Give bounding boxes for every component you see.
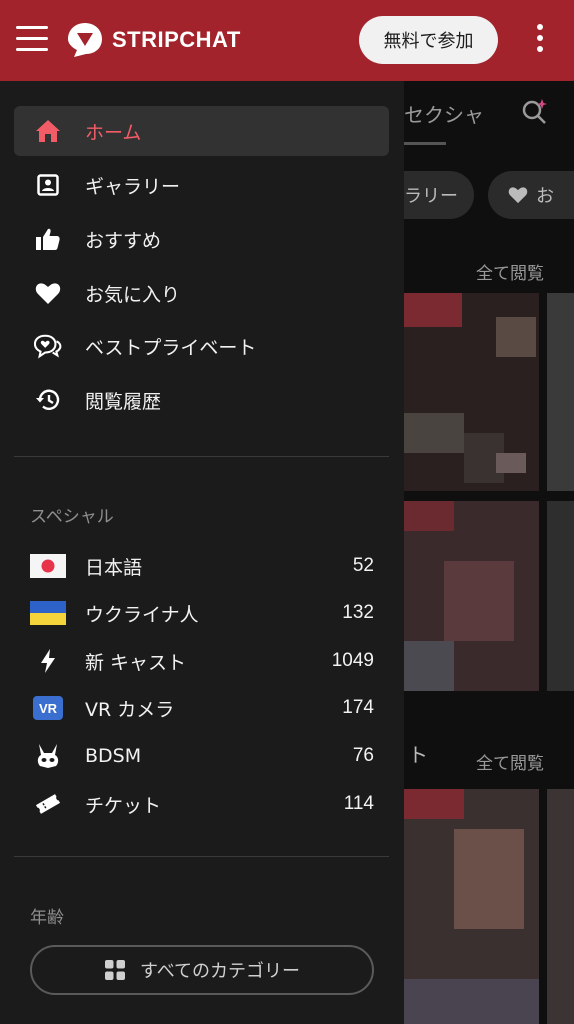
section-label-special: スペシャル — [30, 507, 114, 527]
bg-section-title: ト — [408, 743, 428, 767]
view-all-link[interactable]: 全て閲覧 — [476, 259, 544, 284]
ukraine-flag-icon — [30, 600, 66, 626]
category-count: 132 — [342, 602, 374, 623]
category-count: 174 — [342, 697, 374, 718]
category-ticket[interactable]: チケット 114 — [14, 781, 389, 827]
nav-label: お気に入り — [85, 283, 181, 306]
category-label: ウクライナ人 — [85, 603, 199, 626]
category-label: VR カメラ — [85, 698, 175, 721]
bg-chip-label: お — [536, 186, 554, 207]
all-categories-button[interactable]: すべてのカテゴリー — [30, 945, 374, 995]
bg-tab-label[interactable]: セクシャ — [404, 99, 484, 128]
heart-icon — [508, 187, 528, 204]
nav-label: ホーム — [85, 121, 142, 144]
grid-icon — [104, 960, 125, 980]
nav-label: 閲覧履歴 — [85, 390, 162, 413]
category-count: 76 — [352, 745, 374, 766]
category-label: BDSM — [85, 745, 142, 767]
category-count: 52 — [352, 555, 374, 576]
nav-label: おすすめ — [85, 229, 162, 252]
vr-badge-text: VR — [33, 696, 63, 720]
logo-icon — [68, 23, 102, 57]
bg-chip-favorites[interactable]: お — [488, 171, 574, 219]
view-all-link[interactable]: 全て閲覧 — [476, 749, 544, 774]
divider — [14, 456, 389, 457]
category-vr-cams[interactable]: VR VR カメラ 174 — [14, 685, 389, 731]
ticket-icon — [30, 791, 66, 817]
lightning-icon — [30, 648, 66, 674]
category-count: 1049 — [331, 650, 374, 671]
background-content: セクシャ ラリー お 全て閲覧 ト 全て閲覧 — [404, 81, 574, 1024]
nav-label: ギャラリー — [85, 175, 181, 198]
chat-heart-icon — [34, 332, 62, 360]
history-icon — [34, 386, 62, 414]
category-bdsm[interactable]: BDSM 76 — [14, 733, 389, 779]
nav-item-history[interactable]: 閲覧履歴 — [14, 375, 389, 425]
category-ukrainian[interactable]: ウクライナ人 132 — [14, 590, 389, 636]
home-icon — [34, 117, 62, 145]
stream-thumbnail[interactable] — [547, 501, 574, 691]
menu-icon[interactable] — [16, 26, 48, 54]
stream-thumbnail[interactable] — [404, 293, 539, 491]
divider — [14, 856, 389, 857]
nav-item-favorites[interactable]: お気に入り — [14, 268, 389, 318]
vr-badge-icon: VR — [30, 695, 66, 721]
bg-chip-gallery[interactable]: ラリー — [404, 171, 474, 219]
category-label: チケット — [85, 794, 162, 817]
japan-flag-icon — [30, 553, 66, 579]
site-logo[interactable]: STRIPCHAT — [66, 21, 241, 59]
bg-tab-underline — [404, 142, 446, 145]
thumbs-up-icon — [34, 225, 62, 253]
category-new-cast[interactable]: 新 キャスト 1049 — [14, 638, 389, 684]
logo-text: STRIPCHAT — [112, 27, 241, 52]
nav-item-home[interactable]: ホーム — [14, 106, 389, 156]
bunny-mask-icon — [30, 743, 66, 769]
heart-icon — [34, 279, 62, 307]
more-options-icon[interactable] — [532, 24, 548, 58]
top-header: STRIPCHAT 無料で参加 — [0, 0, 574, 81]
all-categories-label: すべてのカテゴリー — [139, 961, 301, 982]
nav-item-best-private[interactable]: ベストプライベート — [14, 321, 389, 371]
stream-thumbnail[interactable] — [404, 789, 539, 1024]
navigation-drawer: ホーム ギャラリー おすすめ お気に入り ベストプライベート 閲覧履歴 スペシャ… — [0, 81, 404, 1024]
stream-thumbnail[interactable] — [547, 789, 574, 1024]
section-label-age: 年齢 — [30, 908, 64, 928]
stream-thumbnail[interactable] — [404, 501, 539, 691]
nav-item-gallery[interactable]: ギャラリー — [14, 160, 389, 210]
nav-label: ベストプライベート — [85, 336, 257, 359]
stream-thumbnail[interactable] — [547, 293, 574, 491]
nav-item-recommended[interactable]: おすすめ — [14, 214, 389, 264]
category-label: 新 キャスト — [85, 651, 187, 674]
category-label: 日本語 — [85, 556, 143, 579]
join-free-button[interactable]: 無料で参加 — [359, 16, 498, 64]
gallery-icon — [34, 171, 62, 199]
search-sparkle-icon[interactable] — [520, 97, 548, 125]
category-count: 114 — [343, 793, 374, 814]
category-japanese[interactable]: 日本語 52 — [14, 543, 389, 589]
